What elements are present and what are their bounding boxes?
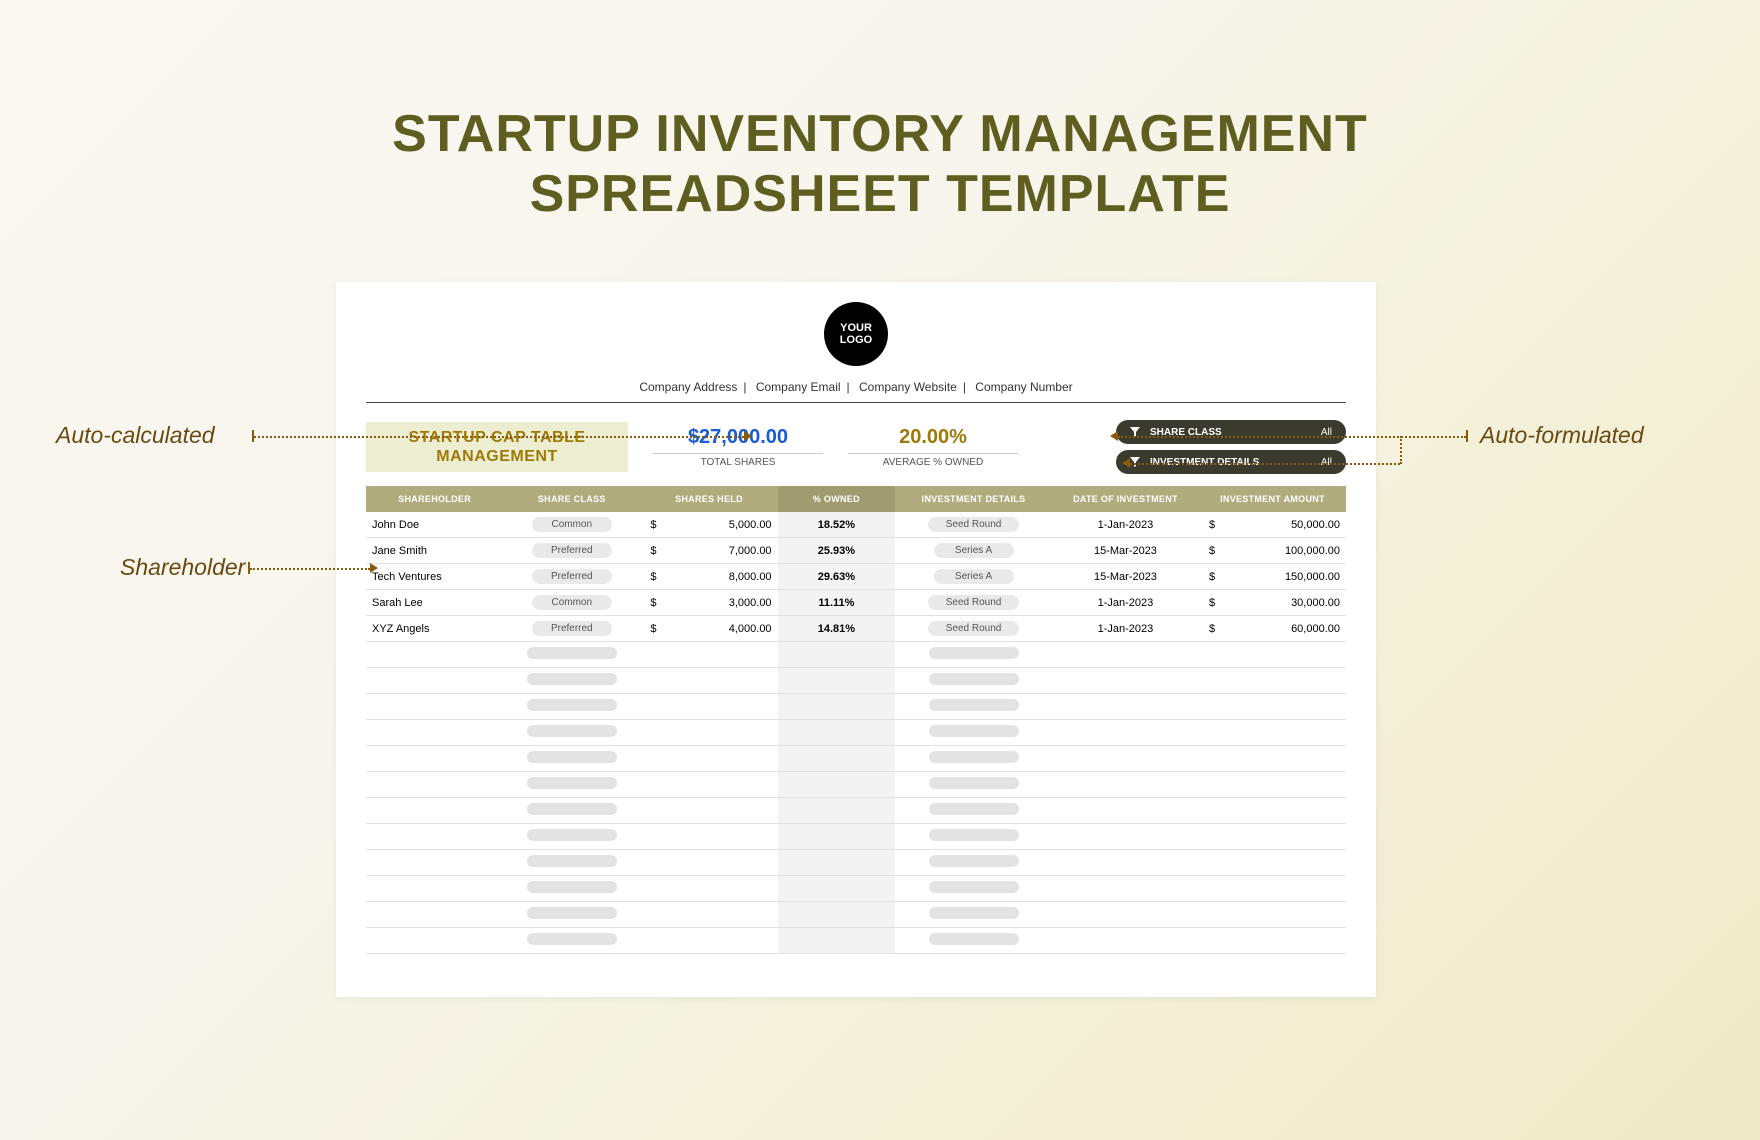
callout-auto-formulated: Auto-formulated bbox=[1480, 422, 1644, 449]
arrow-right-icon bbox=[370, 563, 378, 573]
callout-auto-calculated: Auto-calculated bbox=[56, 422, 215, 449]
cell-investment-details: Seed Round bbox=[895, 590, 1052, 616]
investment-details-filter[interactable]: INVESTMENT DETAILS All bbox=[1116, 450, 1346, 474]
cell-date: 1-Jan-2023 bbox=[1052, 512, 1199, 538]
cap-table-title: STARTUP CAP TABLE MANAGEMENT bbox=[366, 422, 628, 472]
cell-pct-owned: 29.63% bbox=[778, 564, 896, 590]
col-shareholder: SHAREHOLDER bbox=[366, 486, 503, 512]
table-row-empty[interactable] bbox=[366, 720, 1346, 746]
cell-share-class: Common bbox=[503, 590, 640, 616]
company-email: Company Email bbox=[750, 380, 847, 394]
table-row-empty[interactable] bbox=[366, 824, 1346, 850]
cell-shares-held: $8,000.00 bbox=[640, 564, 777, 590]
table-row-empty[interactable] bbox=[366, 902, 1346, 928]
cell-share-class: Common bbox=[503, 512, 640, 538]
total-shares-stat: $27,000.00 TOTAL SHARES bbox=[653, 426, 823, 468]
cell-investment-details: Seed Round bbox=[895, 512, 1052, 538]
cell-share-class: Preferred bbox=[503, 564, 640, 590]
cell-shares-held: $5,000.00 bbox=[640, 512, 777, 538]
cell-pct-owned: 14.81% bbox=[778, 616, 896, 642]
arrow-left-icon bbox=[1110, 431, 1118, 441]
company-info-bar: Company Address| Company Email| Company … bbox=[336, 380, 1376, 402]
cell-date: 1-Jan-2023 bbox=[1052, 590, 1199, 616]
cell-shareholder: Jane Smith bbox=[366, 538, 503, 564]
share-class-filter[interactable]: SHARE CLASS All bbox=[1116, 420, 1346, 444]
connector-line bbox=[254, 436, 744, 438]
connector-vline bbox=[1400, 436, 1402, 464]
cell-pct-owned: 11.11% bbox=[778, 590, 896, 616]
callout-shareholder: Shareholder bbox=[120, 554, 245, 581]
table-row[interactable]: John DoeCommon$5,000.0018.52%Seed Round1… bbox=[366, 512, 1346, 538]
table-row[interactable]: Tech VenturesPreferred$8,000.0029.63%Ser… bbox=[366, 564, 1346, 590]
cell-shares-held: $7,000.00 bbox=[640, 538, 777, 564]
avg-owned-label: AVERAGE % OWNED bbox=[848, 453, 1018, 468]
investment-details-filter-label: INVESTMENT DETAILS bbox=[1150, 457, 1259, 468]
filter-icon bbox=[1130, 457, 1140, 467]
table-row-empty[interactable] bbox=[366, 694, 1346, 720]
table-row-empty[interactable] bbox=[366, 876, 1346, 902]
avg-owned-value: 20.00% bbox=[848, 426, 1018, 449]
col-share-class: SHARE CLASS bbox=[503, 486, 640, 512]
cell-date: 15-Mar-2023 bbox=[1052, 564, 1199, 590]
filter-pills: SHARE CLASS All INVESTMENT DETAILS All bbox=[1116, 420, 1346, 474]
cell-amount: $150,000.00 bbox=[1199, 564, 1346, 590]
cell-investment-details: Series A bbox=[895, 564, 1052, 590]
col-amount: INVESTMENT AMOUNT bbox=[1199, 486, 1346, 512]
cell-shares-held: $4,000.00 bbox=[640, 616, 777, 642]
cell-shareholder: Tech Ventures bbox=[366, 564, 503, 590]
page-title: STARTUP INVENTORY MANAGEMENT SPREADSHEET… bbox=[0, 0, 1760, 225]
table-row-empty[interactable] bbox=[366, 642, 1346, 668]
company-number: Company Number bbox=[969, 380, 1078, 394]
cell-amount: $30,000.00 bbox=[1199, 590, 1346, 616]
connector-line bbox=[1118, 436, 1466, 438]
cell-investment-details: Series A bbox=[895, 538, 1052, 564]
spreadsheet-preview: YOUR LOGO Company Address| Company Email… bbox=[336, 282, 1376, 997]
connector-line bbox=[250, 568, 370, 570]
table-row-empty[interactable] bbox=[366, 772, 1346, 798]
cell-shareholder: John Doe bbox=[366, 512, 503, 538]
table-row[interactable]: Jane SmithPreferred$7,000.0025.93%Series… bbox=[366, 538, 1346, 564]
connector-end bbox=[1466, 430, 1468, 442]
cell-amount: $50,000.00 bbox=[1199, 512, 1346, 538]
divider bbox=[366, 402, 1346, 403]
cell-share-class: Preferred bbox=[503, 538, 640, 564]
table-header-row: SHAREHOLDER SHARE CLASS SHARES HELD % OW… bbox=[366, 486, 1346, 512]
col-investment-details: INVESTMENT DETAILS bbox=[895, 486, 1052, 512]
arrow-left-icon bbox=[1122, 458, 1130, 468]
cell-amount: $100,000.00 bbox=[1199, 538, 1346, 564]
cell-pct-owned: 25.93% bbox=[778, 538, 896, 564]
investment-details-filter-value: All bbox=[1321, 457, 1332, 468]
logo-placeholder: YOUR LOGO bbox=[824, 302, 888, 366]
cell-date: 15-Mar-2023 bbox=[1052, 538, 1199, 564]
cell-investment-details: Seed Round bbox=[895, 616, 1052, 642]
cap-table: SHAREHOLDER SHARE CLASS SHARES HELD % OW… bbox=[366, 486, 1346, 954]
arrow-right-icon bbox=[744, 431, 752, 441]
cell-shareholder: XYZ Angels bbox=[366, 616, 503, 642]
col-shares-held: SHARES HELD bbox=[640, 486, 777, 512]
table-row[interactable]: XYZ AngelsPreferred$4,000.0014.81%Seed R… bbox=[366, 616, 1346, 642]
connector-line bbox=[1130, 463, 1400, 465]
table-row[interactable]: Sarah LeeCommon$3,000.0011.11%Seed Round… bbox=[366, 590, 1346, 616]
table-row-empty[interactable] bbox=[366, 850, 1346, 876]
table-row-empty[interactable] bbox=[366, 928, 1346, 954]
table-row-empty[interactable] bbox=[366, 798, 1346, 824]
col-date: DATE OF INVESTMENT bbox=[1052, 486, 1199, 512]
avg-owned-stat: 20.00% AVERAGE % OWNED bbox=[848, 426, 1018, 468]
company-address: Company Address bbox=[633, 380, 743, 394]
cell-shareholder: Sarah Lee bbox=[366, 590, 503, 616]
company-website: Company Website bbox=[853, 380, 963, 394]
cell-amount: $60,000.00 bbox=[1199, 616, 1346, 642]
cell-share-class: Preferred bbox=[503, 616, 640, 642]
col-pct-owned: % OWNED bbox=[778, 486, 896, 512]
cell-shares-held: $3,000.00 bbox=[640, 590, 777, 616]
table-row-empty[interactable] bbox=[366, 668, 1346, 694]
cell-pct-owned: 18.52% bbox=[778, 512, 896, 538]
cell-date: 1-Jan-2023 bbox=[1052, 616, 1199, 642]
summary-row: STARTUP CAP TABLE MANAGEMENT $27,000.00 … bbox=[366, 417, 1346, 477]
table-row-empty[interactable] bbox=[366, 746, 1346, 772]
total-shares-label: TOTAL SHARES bbox=[653, 453, 823, 468]
